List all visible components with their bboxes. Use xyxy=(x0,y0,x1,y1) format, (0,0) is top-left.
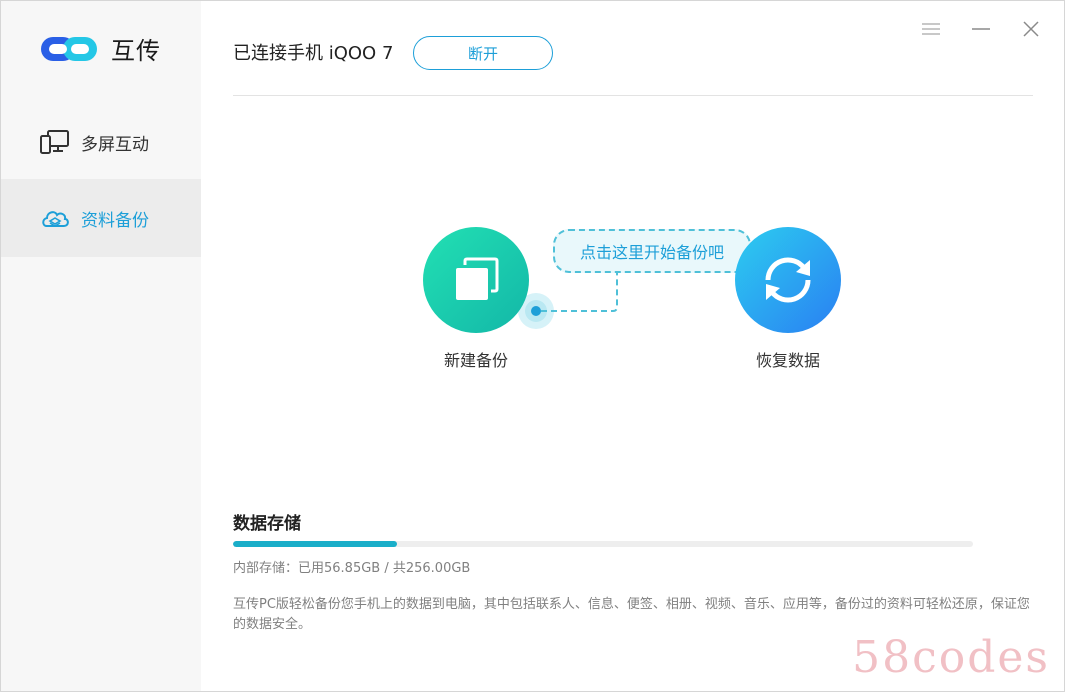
new-backup-button[interactable]: 新建备份 xyxy=(423,227,529,371)
new-backup-circle xyxy=(423,227,529,333)
sidebar-item-data-backup[interactable]: 资料备份 xyxy=(1,179,201,257)
new-backup-label: 新建备份 xyxy=(443,351,508,370)
restore-data-button[interactable]: 恢复数据 xyxy=(735,227,841,371)
storage-title: 数据存储 xyxy=(233,514,301,534)
minimize-button[interactable] xyxy=(967,15,995,43)
cloud-backup-icon xyxy=(42,211,69,227)
copy-icon xyxy=(456,257,499,300)
header-divider xyxy=(233,95,1033,96)
app-logo-icon xyxy=(41,36,97,61)
sidebar-item-label: 多屏互动 xyxy=(81,134,149,155)
sidebar-item-label: 资料备份 xyxy=(81,210,149,231)
sidebar: 互传 多屏互动 资料备份 xyxy=(1,1,201,691)
multi-screen-icon xyxy=(40,130,69,154)
close-button[interactable] xyxy=(1017,15,1045,43)
restore-data-label: 恢复数据 xyxy=(755,351,820,370)
connection-status: 已连接手机 iQOO 7 xyxy=(233,43,394,64)
minimize-icon xyxy=(972,28,990,30)
restore-data-circle xyxy=(735,227,841,333)
menu-button[interactable] xyxy=(917,15,945,43)
close-icon xyxy=(1023,21,1039,37)
storage-progress-fill xyxy=(233,541,398,547)
refresh-icon xyxy=(765,257,811,303)
app-logo: 互传 xyxy=(39,31,161,66)
backup-description: 互传PC版轻松备份您手机上的数据到电脑，其中包括联系人、信息、便签、相册、视频、… xyxy=(233,597,1030,632)
sidebar-item-multi-screen[interactable]: 多屏互动 xyxy=(1,103,201,181)
start-backup-hint[interactable]: 点击这里开始备份吧 xyxy=(553,229,751,273)
menu-icon xyxy=(922,23,940,35)
main-panel: 已连接手机 iQOO 7 断开 点击这里开始备份吧 新建备份 恢复数据 数据存储… xyxy=(201,1,1064,691)
storage-usage-text: 内部存储：已用56.85GB / 共256.00GB xyxy=(233,561,471,576)
disconnect-button[interactable]: 断开 xyxy=(413,36,553,70)
app-name: 互传 xyxy=(111,37,161,65)
watermark: 58codes xyxy=(852,632,1050,683)
storage-progress-bar xyxy=(233,541,973,547)
